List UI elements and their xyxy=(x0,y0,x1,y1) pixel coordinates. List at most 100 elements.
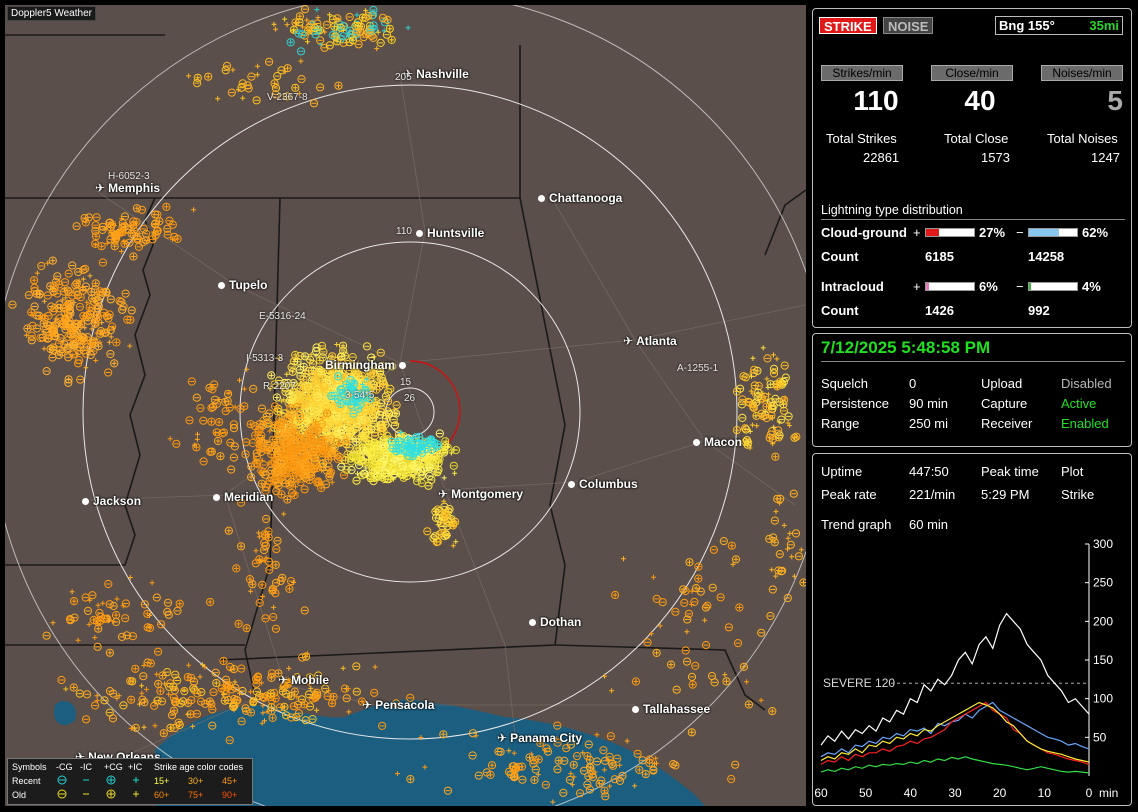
roads xyxy=(89,74,806,766)
strike-marker-sign xyxy=(690,682,696,688)
strike-marker-sign xyxy=(760,345,766,351)
strike-marker-sign xyxy=(139,683,145,689)
strike-marker-sign xyxy=(354,12,360,18)
strike-marker-sign xyxy=(346,709,352,715)
strike-marker-sign xyxy=(118,248,124,254)
strike-marker-sign xyxy=(113,339,119,345)
strike-marker-sign xyxy=(651,574,656,580)
strike-marker-sign xyxy=(273,26,279,32)
strike-marker-sign xyxy=(729,543,735,549)
strike-marker-sign xyxy=(152,235,158,241)
strike-marker-sign xyxy=(259,481,265,487)
strike-marker-sign xyxy=(450,543,456,549)
strike-marker-sign xyxy=(87,273,93,279)
strike-marker-sign xyxy=(668,662,674,668)
strike-marker-sign xyxy=(768,381,774,387)
strike-marker-sign xyxy=(248,474,254,480)
strike-marker-sign xyxy=(111,360,117,366)
strike-marker-sign xyxy=(82,325,88,331)
strike-marker-sign xyxy=(92,635,98,641)
strike-marker-sign xyxy=(197,674,203,680)
strike-marker-sign xyxy=(387,26,393,32)
strike-marker-sign xyxy=(213,680,219,686)
strike-marker-sign xyxy=(186,662,192,668)
strike-marker-sign xyxy=(284,497,290,502)
strike-marker-sign xyxy=(288,39,294,45)
strike-marker-sign xyxy=(389,37,395,43)
strike-marker-sign xyxy=(87,304,93,310)
strike-marker-sign xyxy=(340,665,346,671)
strike-marker-sign xyxy=(702,617,708,623)
strike-marker-sign xyxy=(736,605,742,610)
strike-marker-sign xyxy=(724,678,729,684)
strike-marker-sign xyxy=(161,730,167,736)
strike-marker-sign xyxy=(157,688,163,694)
strike-marker-sign xyxy=(315,15,321,21)
strike-marker-sign xyxy=(334,342,340,347)
strike-marker-sign xyxy=(648,631,654,637)
strike-marker-sign xyxy=(139,690,145,696)
strike-marker-sign xyxy=(689,729,695,735)
strike-marker-sign xyxy=(687,559,692,565)
strike-marker-sign xyxy=(722,672,728,678)
strike-marker-sign xyxy=(71,685,77,690)
strike-marker-sign xyxy=(50,620,56,626)
strike-marker-sign xyxy=(132,666,138,672)
strike-marker-sign xyxy=(317,357,323,363)
strike-marker-sign xyxy=(100,600,106,606)
strike-marker-sign xyxy=(108,334,114,340)
strike-marker-sign xyxy=(41,346,47,352)
strike-marker-sign xyxy=(602,673,607,679)
strike-marker-sign xyxy=(653,755,659,761)
strike-marker-sign xyxy=(314,7,320,13)
strike-marker-sign xyxy=(746,702,752,707)
strike-markers xyxy=(8,5,806,805)
strike-marker-sign xyxy=(441,475,447,481)
strike-marker-sign xyxy=(80,276,86,282)
strike-marker-sign xyxy=(114,596,120,602)
strike-marker-sign xyxy=(95,626,101,632)
strike-marker-sign xyxy=(185,711,191,717)
strike-marker-sign xyxy=(621,556,626,562)
strike-marker-sign xyxy=(41,298,47,304)
strike-marker-sign xyxy=(50,258,56,264)
strike-marker-sign xyxy=(452,470,458,476)
strike-marker-sign xyxy=(185,674,191,680)
strike-marker-sign xyxy=(154,671,160,677)
strike-marker-sign xyxy=(754,423,760,429)
strike-marker-sign xyxy=(612,592,618,598)
strike-marker-sign xyxy=(177,601,183,607)
lightning-map[interactable]: ✈ Nashville ✈ Memphis Chattanooga Huntsville T… xyxy=(5,5,806,806)
strike-marker-sign xyxy=(385,17,390,23)
strike-marker-sign xyxy=(34,270,40,276)
strike-marker-sign xyxy=(609,688,615,694)
strike-marker-sign xyxy=(107,650,113,656)
strike-marker-sign xyxy=(405,25,411,31)
strike-marker-sign xyxy=(222,698,228,704)
strike-marker-sign xyxy=(284,22,290,28)
strike-marker-sign xyxy=(305,39,310,45)
strike-marker-sign xyxy=(733,556,739,562)
strike-marker-sign xyxy=(106,339,112,345)
strike-marker-sign xyxy=(375,29,381,35)
strike-marker-sign xyxy=(99,243,105,249)
strike-marker-sign xyxy=(695,576,701,582)
strike-marker-sign xyxy=(113,612,119,618)
range-rings xyxy=(5,5,806,806)
strike-marker-sign xyxy=(329,700,335,706)
strike-marker-sign xyxy=(749,422,755,428)
strike-marker-sign xyxy=(282,16,288,22)
strike-marker-sign xyxy=(128,697,134,703)
strike-marker-sign xyxy=(684,629,690,635)
strike-marker-sign xyxy=(75,637,81,643)
strike-marker-sign xyxy=(769,708,775,714)
strike-marker-sign xyxy=(314,707,320,713)
strike-marker-sign xyxy=(297,13,303,19)
strike-marker-sign xyxy=(93,280,99,286)
strike-marker-sign xyxy=(155,681,161,687)
strike-marker-sign xyxy=(374,46,380,52)
strike-marker-sign xyxy=(69,589,75,595)
strike-marker-sign xyxy=(82,287,88,293)
strike-marker-sign xyxy=(372,664,378,670)
strike-marker-sign xyxy=(144,686,149,692)
